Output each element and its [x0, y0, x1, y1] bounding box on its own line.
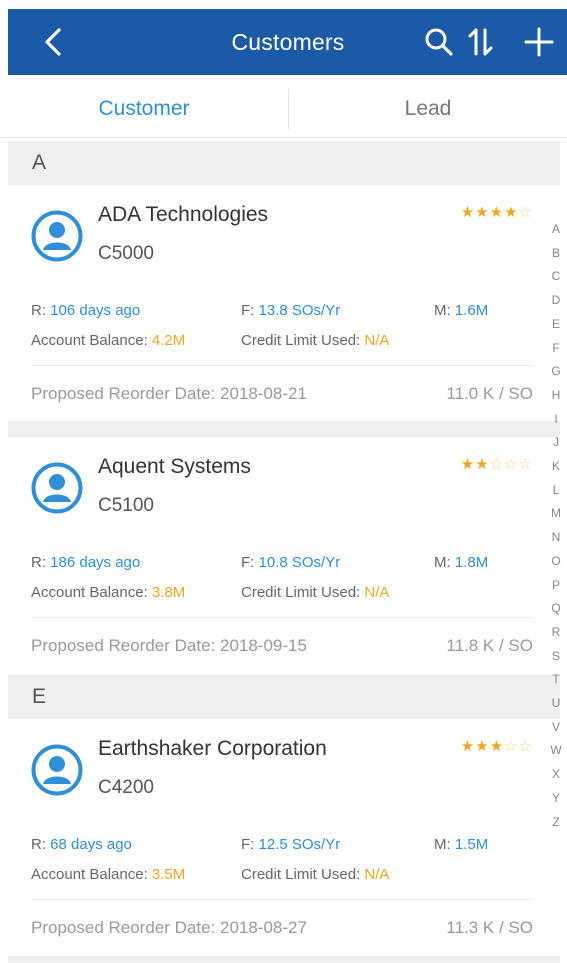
recency-metric: R: 106 days ago	[31, 302, 141, 319]
star-empty-icon: ☆☆	[504, 738, 533, 755]
reorder-date: Proposed Reorder Date: 2018-08-21	[31, 384, 307, 403]
index-letter[interactable]: M	[551, 502, 561, 526]
credit-limit-used: Credit Limit Used: N/A	[241, 332, 390, 349]
tab-lead[interactable]: Lead	[289, 81, 567, 137]
star-icon: ★★★	[460, 738, 505, 755]
card-divider	[31, 365, 533, 366]
index-letter[interactable]: T	[552, 668, 559, 692]
index-letter[interactable]: I	[554, 408, 557, 432]
index-letter[interactable]: G	[551, 360, 560, 384]
index-letter[interactable]: C	[552, 265, 561, 289]
index-letter[interactable]: K	[552, 455, 560, 479]
frequency-metric: F: 10.8 SOs/Yr	[241, 554, 341, 571]
spend-per-so: 11.0 K / SO	[446, 384, 533, 403]
section-header-e: E	[8, 675, 560, 719]
card-divider	[31, 899, 533, 900]
avatar-icon	[31, 210, 83, 262]
status-area: Customers	[0, 0, 567, 81]
index-letter[interactable]: N	[552, 526, 561, 550]
star-icon: ★★	[460, 456, 490, 473]
search-icon	[425, 28, 453, 56]
alphabet-index[interactable]: A B C D E F G H I J K L M N O P Q R S T …	[546, 218, 566, 834]
index-letter[interactable]: W	[550, 739, 561, 763]
monetary-metric: M: 1.5M	[434, 836, 489, 853]
spend-per-so: 11.3 K / SO	[446, 918, 533, 937]
avatar-icon	[31, 744, 83, 796]
customer-card[interactable]: ADA Technologies C5000 ★★★★☆ R: 106 days…	[8, 185, 543, 420]
index-letter[interactable]: Z	[552, 811, 559, 835]
sort-icon	[468, 28, 493, 56]
customer-code: C5000	[98, 243, 154, 264]
sort-button[interactable]	[460, 21, 502, 63]
star-icon: ★★★★	[460, 204, 519, 221]
index-letter[interactable]: Q	[551, 597, 560, 621]
customer-code: C4200	[98, 777, 154, 798]
list-bottom	[8, 956, 560, 963]
index-letter[interactable]: B	[552, 242, 560, 266]
star-empty-icon: ☆	[518, 204, 533, 221]
search-button[interactable]	[418, 21, 460, 63]
index-letter[interactable]: U	[552, 692, 561, 716]
card-divider	[31, 617, 533, 618]
rating-stars: ★★★★☆	[461, 203, 533, 221]
recency-metric: R: 68 days ago	[31, 836, 132, 853]
index-letter[interactable]: J	[553, 431, 559, 455]
index-letter[interactable]: V	[552, 716, 560, 740]
segmented-tabs: Customer Lead	[0, 81, 567, 138]
card-gap	[8, 421, 560, 437]
index-letter[interactable]: F	[552, 337, 559, 361]
monetary-metric: M: 1.8M	[434, 554, 489, 571]
credit-limit-used: Credit Limit Used: N/A	[241, 584, 390, 601]
index-letter[interactable]: Y	[552, 787, 560, 811]
app-header: Customers	[8, 9, 567, 75]
account-balance: Account Balance: 3.5M	[31, 866, 186, 883]
index-letter[interactable]: D	[552, 289, 561, 313]
spend-per-so: 11.8 K / SO	[446, 636, 533, 655]
frequency-metric: F: 12.5 SOs/Yr	[241, 836, 341, 853]
index-letter[interactable]: X	[552, 763, 560, 787]
monetary-metric: M: 1.6M	[434, 302, 489, 319]
add-button[interactable]	[518, 21, 560, 63]
index-letter[interactable]: E	[552, 313, 560, 337]
rating-stars: ★★☆☆☆	[461, 455, 533, 473]
section-header-a: A	[8, 141, 560, 185]
account-balance: Account Balance: 3.8M	[31, 584, 186, 601]
customer-card[interactable]: Earthshaker Corporation C4200 ★★★☆☆ R: 6…	[8, 719, 543, 954]
index-letter[interactable]: R	[552, 621, 561, 645]
recency-metric: R: 186 days ago	[31, 554, 141, 571]
add-icon	[524, 27, 554, 57]
customer-name: ADA Technologies	[98, 203, 269, 226]
index-letter[interactable]: S	[552, 645, 560, 669]
reorder-date: Proposed Reorder Date: 2018-09-15	[31, 636, 307, 655]
index-letter[interactable]: P	[552, 574, 560, 598]
customer-name: Earthshaker Corporation	[98, 737, 327, 760]
rating-stars: ★★★☆☆	[461, 737, 533, 755]
tab-customer[interactable]: Customer	[0, 81, 288, 137]
credit-limit-used: Credit Limit Used: N/A	[241, 866, 390, 883]
avatar-icon	[31, 462, 83, 514]
frequency-metric: F: 13.8 SOs/Yr	[241, 302, 341, 319]
customer-card[interactable]: Aquent Systems C5100 ★★☆☆☆ R: 186 days a…	[8, 437, 543, 672]
index-letter[interactable]: H	[552, 384, 561, 408]
customer-name: Aquent Systems	[98, 455, 251, 478]
customer-code: C5100	[98, 495, 154, 516]
index-letter[interactable]: O	[551, 550, 560, 574]
account-balance: Account Balance: 4.2M	[31, 332, 186, 349]
index-letter[interactable]: A	[552, 218, 560, 242]
reorder-date: Proposed Reorder Date: 2018-08-27	[31, 918, 307, 937]
star-empty-icon: ☆☆☆	[489, 456, 533, 473]
index-letter[interactable]: L	[553, 479, 560, 503]
